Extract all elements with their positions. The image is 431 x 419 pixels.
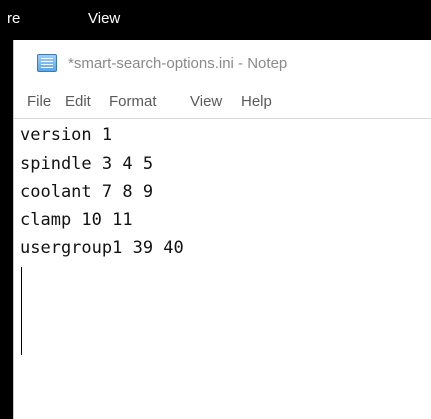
text-line-clamp: clamp 10 11 — [20, 210, 133, 230]
menu-format[interactable]: Format — [109, 93, 157, 110]
text-line-coolant: coolant 7 8 9 — [20, 182, 154, 202]
menu-help[interactable]: Help — [241, 93, 272, 110]
window-title: *smart-search-options.ini - Notep — [68, 55, 288, 72]
background-menu-item-view[interactable]: View — [88, 10, 120, 27]
text-line-version: version 1 — [20, 125, 113, 145]
text-line-spindle: spindle 3 4 5 — [20, 154, 154, 174]
menu-file[interactable]: File — [27, 93, 51, 110]
text-editor-area[interactable]: version 1 spindle 3 4 5 coolant 7 8 9 cl… — [14, 118, 431, 419]
menu-bar: File Edit Format View Help — [14, 86, 431, 118]
menu-edit[interactable]: Edit — [65, 93, 91, 110]
background-app-menubar: re View — [0, 0, 431, 40]
notepad-icon — [37, 54, 57, 72]
menu-view[interactable]: View — [190, 93, 222, 110]
background-menu-item-re[interactable]: re — [7, 10, 20, 27]
title-bar[interactable]: *smart-search-options.ini - Notep — [14, 40, 431, 86]
notepad-window: *smart-search-options.ini - Notep File E… — [13, 40, 431, 419]
text-caret — [21, 267, 22, 355]
text-line-usergroup1: usergroup1 39 40 — [20, 238, 184, 258]
